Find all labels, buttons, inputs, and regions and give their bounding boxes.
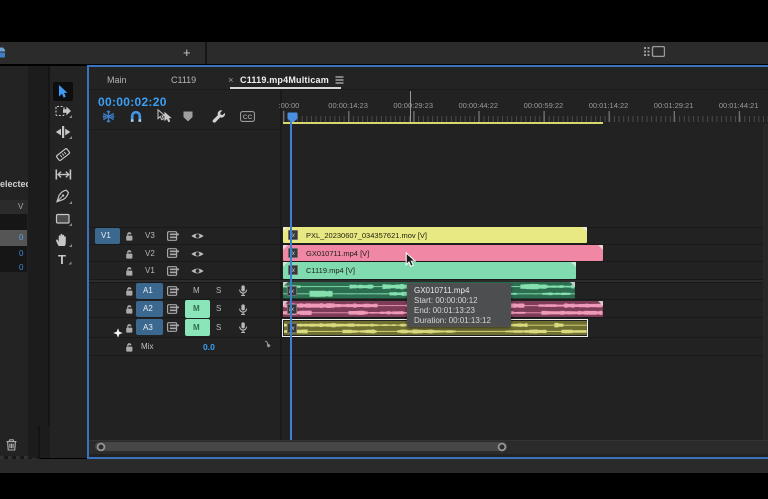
- svg-text:00:01:14:22: 00:01:14:22: [589, 101, 629, 110]
- svg-text:00:01:44:21: 00:01:44:21: [719, 101, 759, 110]
- svg-text:00:01:29:21: 00:01:29:21: [654, 101, 694, 110]
- svg-text:00:00:14:23: 00:00:14:23: [328, 101, 368, 110]
- svg-text:00:00:59:22: 00:00:59:22: [524, 101, 564, 110]
- svg-text:00:00:29:23: 00:00:29:23: [393, 101, 433, 110]
- svg-text::00:00: :00:00: [279, 101, 300, 110]
- svg-text:00:00:44:22: 00:00:44:22: [458, 101, 498, 110]
- svg-text:CC: CC: [243, 114, 253, 121]
